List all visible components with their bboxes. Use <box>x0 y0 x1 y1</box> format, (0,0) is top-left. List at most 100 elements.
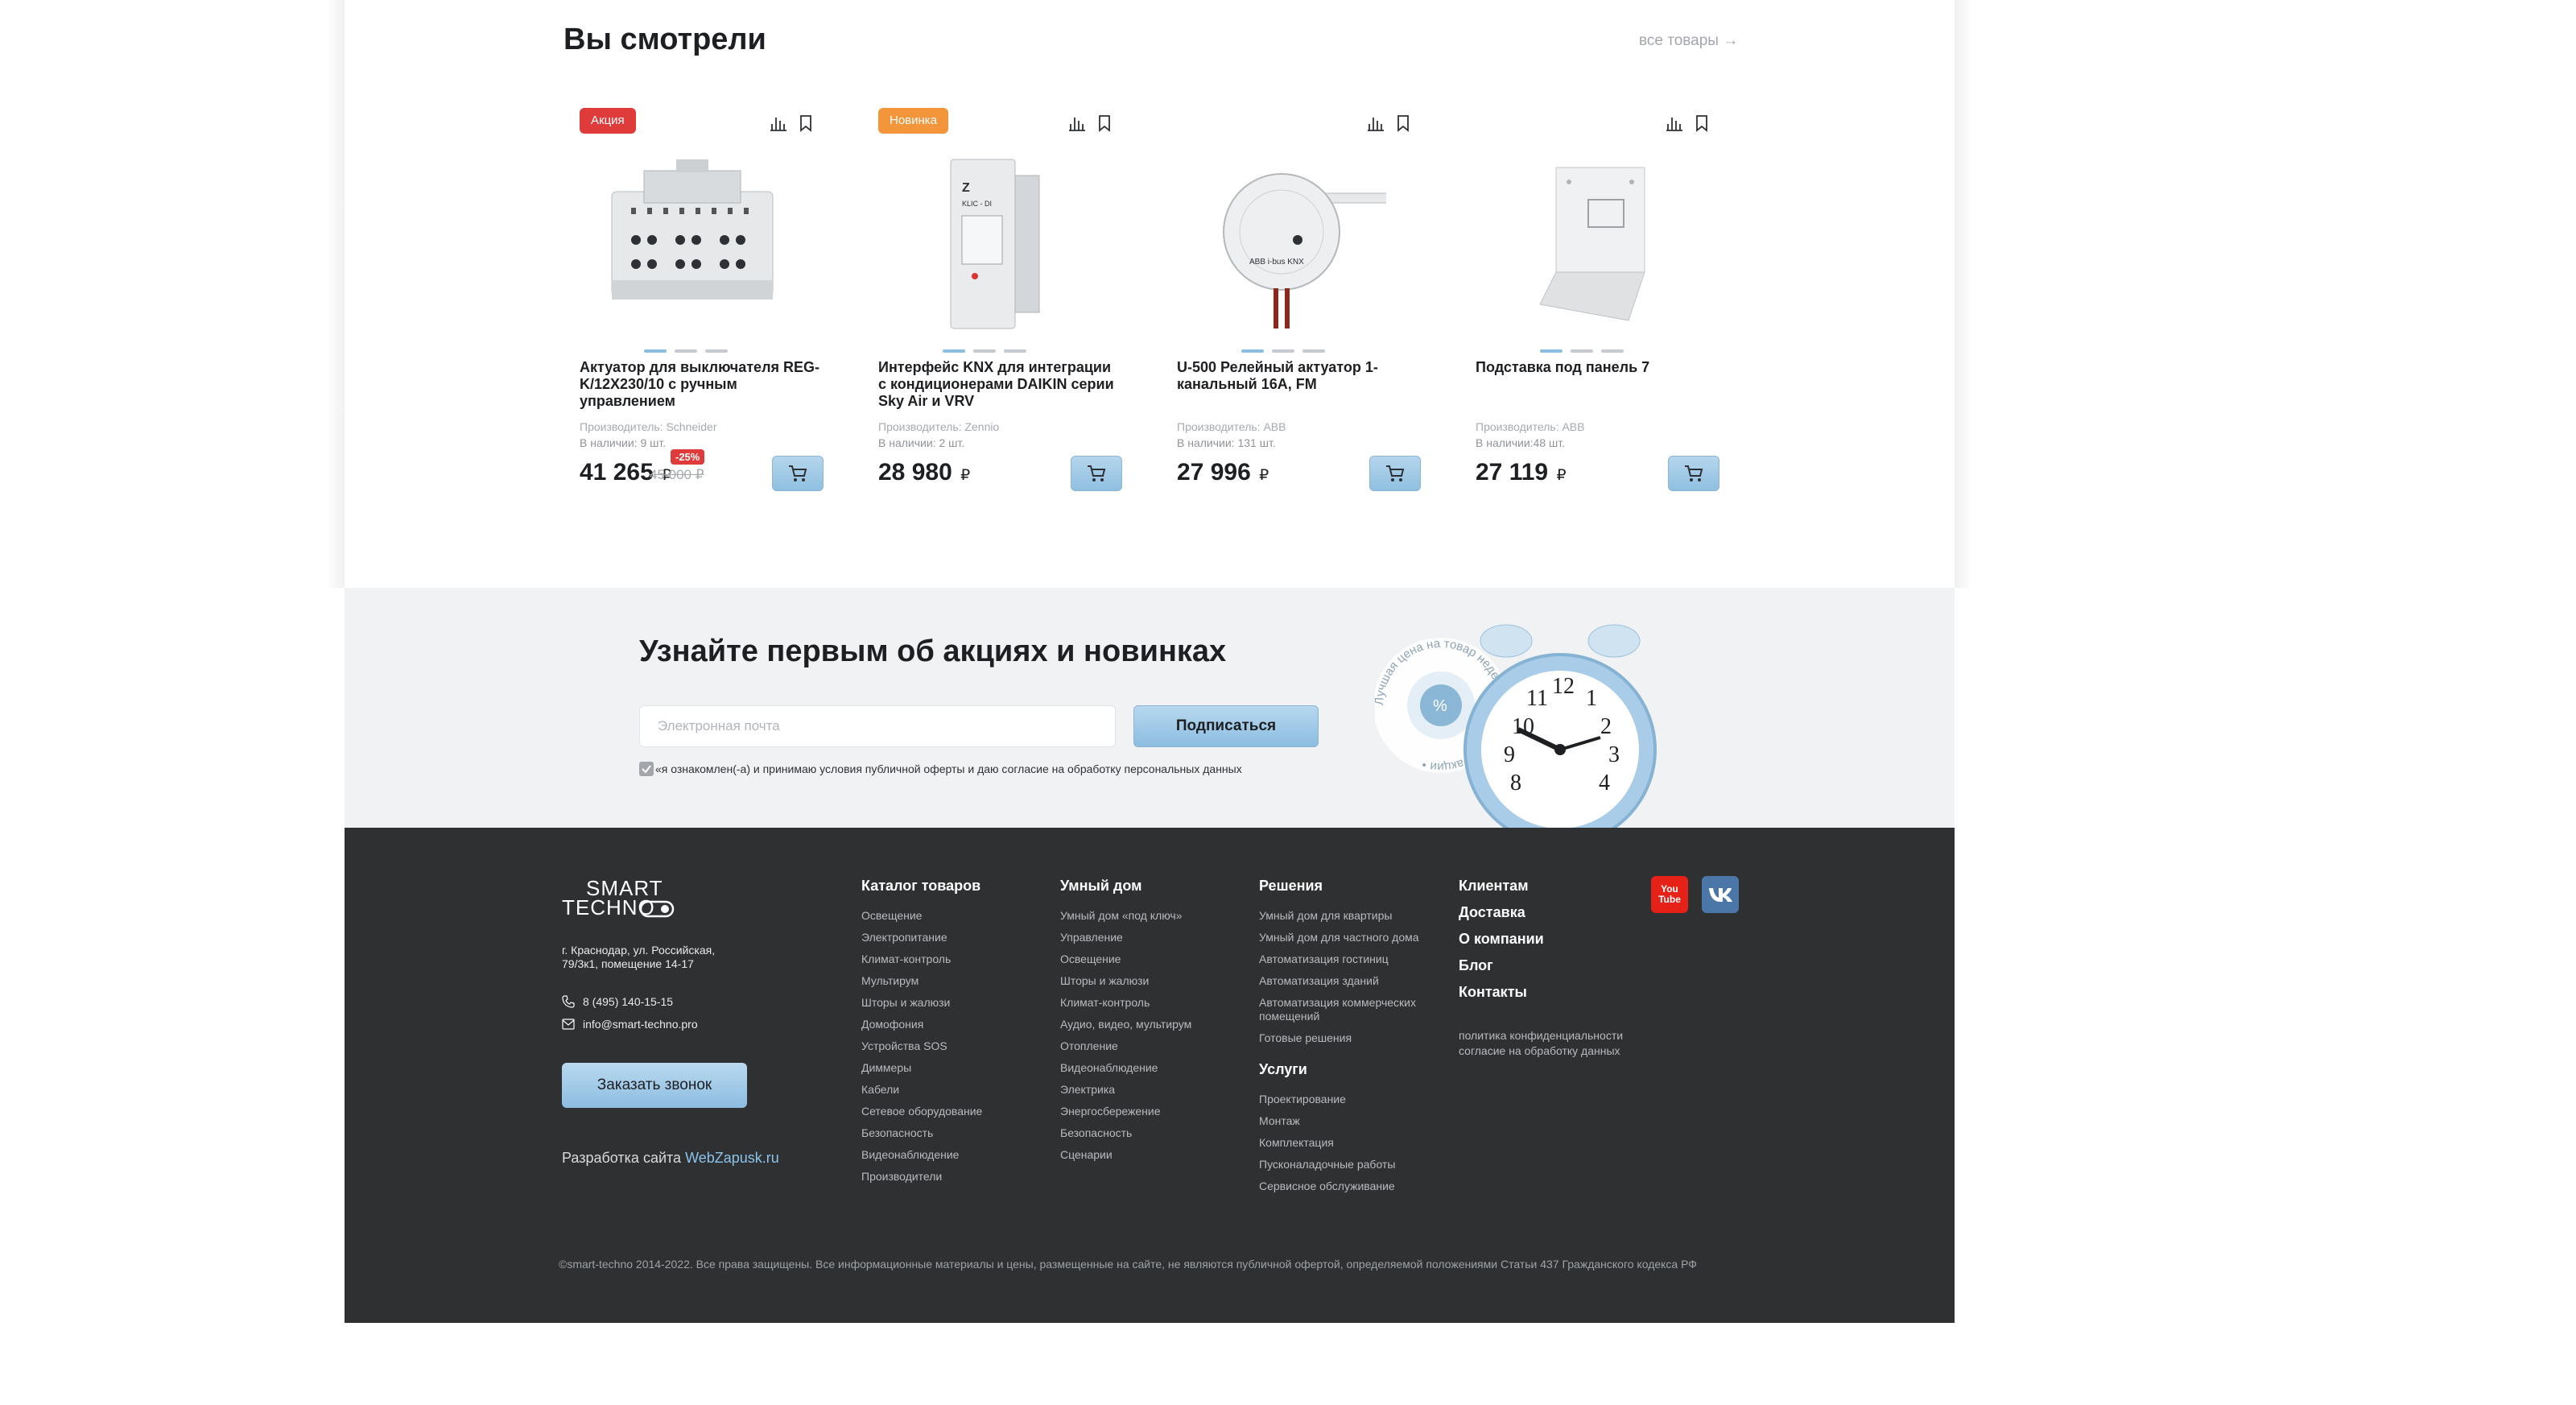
catalog-link[interactable]: Производители <box>861 1170 1046 1184</box>
subscribe-button[interactable]: Подписаться <box>1133 705 1319 747</box>
services-link[interactable]: Пусконаладочные работы <box>1259 1158 1444 1172</box>
product-card[interactable]: Акция Актуатор для выключателя REG-K/12X… <box>564 103 824 498</box>
product-image[interactable]: Z KLIC - DI <box>894 143 1088 337</box>
catalog-column: Каталог товаров Освещение Электропитание К… <box>861 878 1046 1192</box>
catalog-link[interactable]: Климат-контроль <box>861 953 1046 966</box>
catalog-link[interactable]: Устройства SOS <box>861 1039 1046 1053</box>
catalog-link[interactable]: Видеонаблюдение <box>861 1148 1046 1162</box>
catalog-link[interactable]: Освещение <box>861 909 1046 923</box>
clients-link[interactable]: Блог <box>1459 957 1644 974</box>
smart-home-link[interactable]: Управление <box>1060 931 1245 944</box>
services-link[interactable]: Сервисное обслуживание <box>1259 1180 1444 1193</box>
vk-icon[interactable] <box>1702 876 1739 913</box>
catalog-link[interactable]: Шторы и жалюзи <box>861 996 1046 1010</box>
compare-icon[interactable] <box>1367 114 1385 132</box>
add-to-cart-button[interactable] <box>1071 456 1122 491</box>
smart-home-link[interactable]: Безопасность <box>1060 1126 1245 1140</box>
product-stock: В наличии: 9 шт. <box>580 436 667 449</box>
catalog-link[interactable]: Мультирум <box>861 974 1046 988</box>
product-price: 27 119 ₽ <box>1476 459 1567 486</box>
bookmark-icon[interactable] <box>1693 114 1711 132</box>
smart-home-link[interactable]: Климат-контроль <box>1060 996 1245 1010</box>
catalog-link[interactable]: Безопасность <box>861 1126 1046 1140</box>
svg-text:3: 3 <box>1608 742 1620 767</box>
clients-link[interactable]: Клиентам <box>1459 878 1644 895</box>
product-card[interactable]: Новинка Z KLIC - DI Интерфейс KNX для ин… <box>862 103 1122 498</box>
image-dots[interactable] <box>1241 349 1325 353</box>
clients-link[interactable]: Контакты <box>1459 984 1644 1001</box>
catalog-link[interactable]: Домофония <box>861 1018 1046 1031</box>
smart-home-link[interactable]: Отопление <box>1060 1039 1245 1053</box>
phone-icon <box>562 995 575 1008</box>
svg-text:11: 11 <box>1526 686 1548 711</box>
services-link[interactable]: Проектирование <box>1259 1093 1444 1106</box>
solutions-link[interactable]: Автоматизация коммерческих помещений <box>1259 996 1444 1023</box>
smart-home-link[interactable]: Электрика <box>1060 1083 1245 1097</box>
add-to-cart-button[interactable] <box>772 456 824 491</box>
solutions-title[interactable]: Решения <box>1259 878 1444 895</box>
product-card[interactable]: Подставка под панель 7 Производитель: AB… <box>1459 103 1719 498</box>
email-field[interactable] <box>639 705 1116 747</box>
catalog-link[interactable]: Сетевое оборудование <box>861 1105 1046 1118</box>
compare-icon[interactable] <box>770 114 787 132</box>
developer-credit: Разработка сайта WebZapusk.ru <box>562 1150 779 1166</box>
smart-home-link[interactable]: Сценарии <box>1060 1148 1245 1162</box>
solutions-link[interactable]: Автоматизация гостиниц <box>1259 953 1444 966</box>
product-image[interactable] <box>596 143 789 337</box>
bookmark-icon[interactable] <box>797 114 815 132</box>
image-dots[interactable] <box>1540 349 1624 353</box>
product-image[interactable]: ABB i-bus KNX <box>1193 143 1386 337</box>
catalog-link[interactable]: Электропитание <box>861 931 1046 944</box>
bookmark-icon[interactable] <box>1096 114 1113 132</box>
privacy-link[interactable]: политика конфиденциальности <box>1459 1028 1644 1043</box>
catalog-link[interactable]: Кабели <box>861 1083 1046 1097</box>
email-contact[interactable]: info@smart-techno.pro <box>562 1018 698 1031</box>
catalog-link[interactable]: Диммеры <box>861 1061 1046 1075</box>
smart-home-link[interactable]: Умный дом «под ключ» <box>1060 909 1245 923</box>
developer-link[interactable]: WebZapusk.ru <box>685 1150 779 1166</box>
order-call-button[interactable]: Заказать звонок <box>562 1063 747 1108</box>
bookmark-icon[interactable] <box>1394 114 1412 132</box>
services-link[interactable]: Монтаж <box>1259 1114 1444 1128</box>
phone-number[interactable]: 8 (495) 140-15-15 <box>583 995 673 1008</box>
youtube-icon[interactable]: You Tube <box>1651 876 1688 913</box>
solutions-link[interactable]: Умный дом для квартиры <box>1259 909 1444 923</box>
phone-contact[interactable]: 8 (495) 140-15-15 <box>562 995 673 1008</box>
product-name[interactable]: Актуатор для выключателя REG-K/12X230/10… <box>580 359 821 410</box>
all-products-link[interactable]: все товары → <box>1639 32 1738 50</box>
smart-home-link[interactable]: Аудио, видео, мультирум <box>1060 1018 1245 1031</box>
discount-badge: -25% <box>671 449 705 465</box>
consent-link[interactable]: согласие на обработку данных <box>1459 1043 1644 1059</box>
viewed-title: Вы смотрели <box>564 23 766 56</box>
email-address[interactable]: info@smart-techno.pro <box>583 1018 698 1031</box>
solutions-link[interactable]: Автоматизация зданий <box>1259 974 1444 988</box>
add-to-cart-button[interactable] <box>1369 456 1421 491</box>
clients-link[interactable]: О компании <box>1459 931 1644 948</box>
clients-link[interactable]: Доставка <box>1459 904 1644 921</box>
product-image[interactable] <box>1492 143 1685 337</box>
compare-icon[interactable] <box>1068 114 1086 132</box>
solutions-link[interactable]: Умный дом для частного дома <box>1259 931 1444 944</box>
image-dots[interactable] <box>644 349 728 353</box>
smart-home-link[interactable]: Энергосбережение <box>1060 1105 1245 1118</box>
product-card[interactable]: ABB i-bus KNX U-500 Релейный актуатор 1-… <box>1161 103 1421 498</box>
product-name[interactable]: U-500 Релейный актуатор 1-канальный 16А,… <box>1177 359 1418 393</box>
product-maker: Производитель: ABB <box>1177 420 1286 433</box>
smart-home-title[interactable]: Умный дом <box>1060 878 1245 895</box>
smart-home-link[interactable]: Освещение <box>1060 953 1245 966</box>
services-title[interactable]: Услуги <box>1259 1061 1444 1078</box>
smart-home-link[interactable]: Шторы и жалюзи <box>1060 974 1245 988</box>
services-link[interactable]: Комплектация <box>1259 1136 1444 1150</box>
clients-column: Клиентам Доставка О компании Блог Контакты п… <box>1459 878 1644 1059</box>
product-stock: В наличии:48 шт. <box>1476 436 1566 449</box>
solutions-link[interactable]: Готовые решения <box>1259 1031 1444 1045</box>
product-name[interactable]: Интерфейс KNX для интеграции с кондицион… <box>878 359 1120 410</box>
catalog-title[interactable]: Каталог товаров <box>861 878 1046 895</box>
agree-checkbox[interactable] <box>639 762 654 776</box>
image-dots[interactable] <box>943 349 1026 353</box>
compare-icon[interactable] <box>1666 114 1683 132</box>
product-name[interactable]: Подставка под панель 7 <box>1476 359 1717 376</box>
smart-home-link[interactable]: Видеонаблюдение <box>1060 1061 1245 1075</box>
add-to-cart-button[interactable] <box>1668 456 1719 491</box>
site-logo[interactable]: SMART TECHNO <box>562 876 683 924</box>
